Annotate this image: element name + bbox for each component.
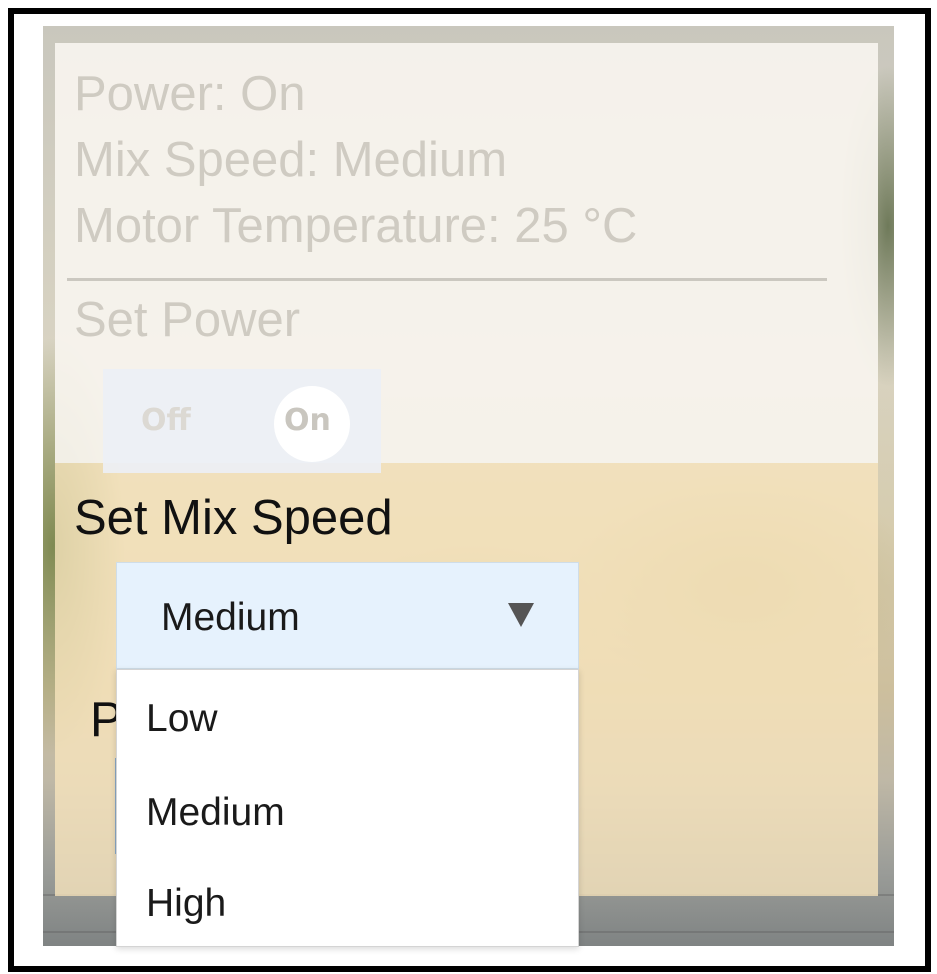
dropdown-option-low[interactable]: Low xyxy=(146,697,218,741)
control-panel: Power: On Mix Speed: Medium Motor Temper… xyxy=(55,43,878,947)
power-toggle-on[interactable]: On xyxy=(284,401,331,441)
power-toggle-off[interactable]: Off xyxy=(141,401,191,441)
triangle-down-icon[interactable] xyxy=(508,603,534,627)
dropdown-option-high[interactable]: High xyxy=(146,882,226,926)
screenshot-frame: Power: On Mix Speed: Medium Motor Temper… xyxy=(8,8,931,972)
power-status: Power: On xyxy=(74,67,306,121)
mix-speed-select[interactable]: Medium xyxy=(116,562,579,669)
set-power-label: Set Power xyxy=(74,293,301,347)
dropdown-option-medium[interactable]: Medium xyxy=(146,791,285,835)
mix-speed-dropdown-menu: Low Medium High xyxy=(116,669,579,947)
mix-speed-selected-value: Medium xyxy=(161,596,300,639)
set-mix-speed-label: Set Mix Speed xyxy=(74,491,393,545)
power-toggle[interactable]: Off On xyxy=(103,369,381,473)
mix-speed-status: Mix Speed: Medium xyxy=(74,133,508,187)
status-divider xyxy=(67,278,827,281)
motor-temperature-status: Motor Temperature: 25 °C xyxy=(74,199,638,253)
